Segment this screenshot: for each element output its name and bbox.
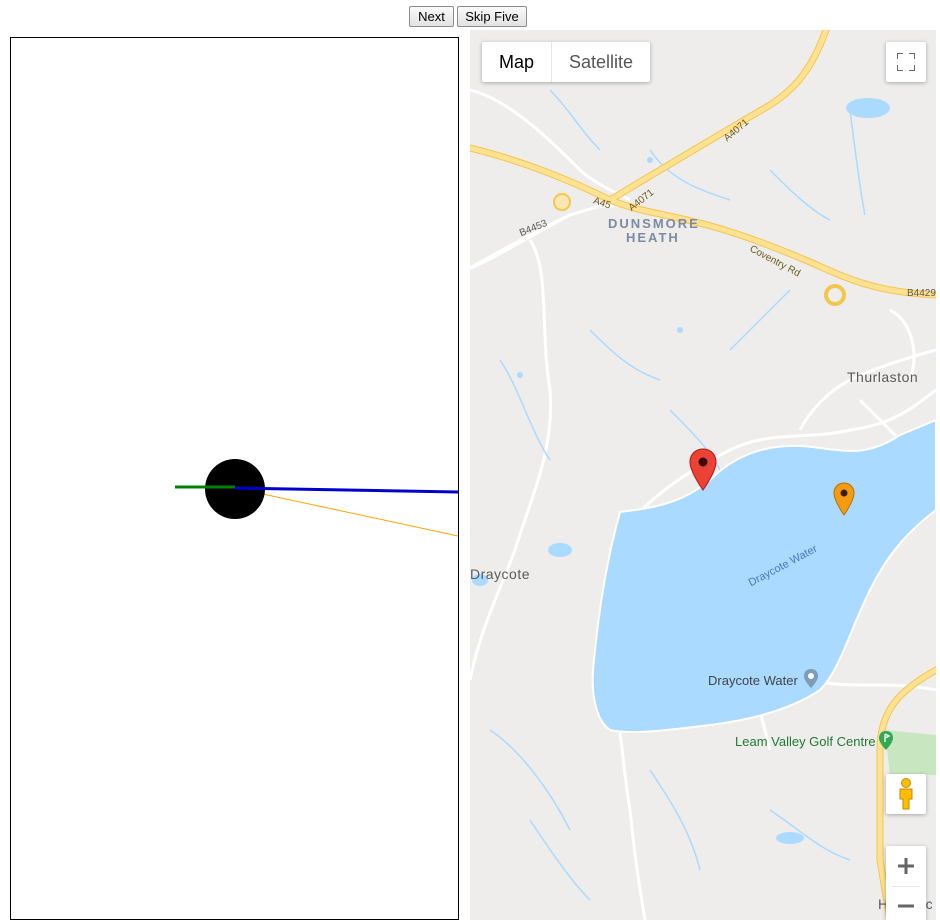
minus-icon	[898, 904, 914, 908]
zoom-out-button[interactable]	[886, 886, 926, 920]
place-label-thurlaston: Thurlaston	[847, 369, 919, 385]
canvas-drawing	[175, 459, 458, 537]
map-type-control: Map Satellite	[482, 42, 651, 82]
place-label-draycote: Draycote	[470, 566, 531, 582]
map-panel[interactable]: A4071 A45 A4071 B4453 Coventry Rd B4429 …	[470, 30, 936, 920]
fullscreen-icon	[897, 53, 915, 71]
blue-direction-line	[234, 486, 458, 494]
plus-icon	[898, 857, 914, 874]
zoom-in-button[interactable]	[886, 846, 926, 886]
map-type-map-button[interactable]: Map	[482, 42, 551, 82]
fullscreen-button[interactable]	[886, 42, 926, 82]
next-button[interactable]: Next	[409, 6, 454, 27]
road-label-b4429: B4429	[907, 288, 936, 299]
toolbar: Next Skip Five	[0, 6, 940, 28]
place-label-heath: HEATH	[626, 230, 680, 245]
pegman-icon	[899, 778, 913, 810]
map-type-satellite-button[interactable]: Satellite	[551, 42, 650, 82]
poi-pin-icon[interactable]	[803, 669, 819, 689]
poi-label-golf-centre[interactable]: Leam Valley Golf Centre	[735, 734, 876, 749]
golf-pin-icon[interactable]	[878, 731, 894, 751]
skip-five-button[interactable]: Skip Five	[457, 6, 527, 27]
place-label-dunsmore: DUNSMORE	[608, 216, 700, 231]
poi-label-draycote-water[interactable]: Draycote Water	[708, 673, 798, 688]
street-view-button[interactable]	[886, 774, 926, 814]
simulation-canvas[interactable]	[10, 37, 459, 920]
red-marker-icon[interactable]	[689, 448, 717, 491]
zoom-control	[886, 846, 926, 920]
orange-ray-line	[234, 487, 458, 537]
orange-marker-icon[interactable]	[833, 482, 855, 516]
